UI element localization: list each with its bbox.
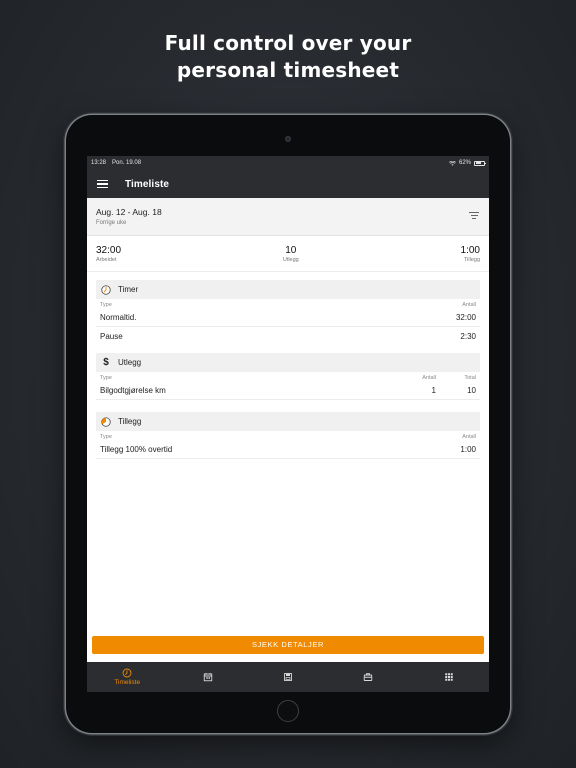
camera-icon [285,136,291,142]
summary-expenses-label: Utlegg [282,256,299,263]
table-row[interactable]: Pause 2:30 [96,327,480,345]
home-button[interactable] [277,700,299,722]
grid-icon [445,673,453,681]
headline-line-2: personal timesheet [176,58,400,82]
period-selector[interactable]: Aug. 12 - Aug. 18 Forrige uke [87,198,489,236]
tillegg-col-count: Antall [462,434,476,440]
dollar-icon: $ [103,356,109,368]
calendar-icon [203,673,212,682]
row-type: Normaltid. [100,313,137,322]
nav-item-label: Timeliste [114,679,141,686]
summary-supplements: 1:00 Tillegg [461,245,480,263]
timer-col-type: Type [100,302,112,308]
row-count: 32:00 [455,313,476,322]
section-timer: Timer Type Antall Normaltid. 32:00 Pause… [96,280,480,345]
save-icon [284,673,292,681]
overtime-clock-icon [101,416,111,427]
summary-worked: 32:00 Arbeidet [96,245,121,263]
timer-column-headers: Type Antall [96,299,480,309]
wifi-icon [449,160,456,166]
section-utlegg-header[interactable]: $ Utlegg [96,353,480,372]
status-date: Pon. 19.08 [112,160,142,166]
row-type: Tillegg 100% overtid [100,445,173,454]
section-utlegg-title: Utlegg [118,358,142,367]
row-type: Pause [100,331,123,341]
section-tillegg-header[interactable]: Tillegg [96,412,480,431]
row-count: 2:30 [460,331,476,341]
summary-worked-label: Arbeidet [96,256,117,263]
tablet-frame: 13:28 Pon. 19.08 62% Timeliste Aug. 12 -… [66,115,510,733]
nav-item-calendar[interactable] [167,662,247,692]
timer-col-count: Antall [462,302,476,308]
row-count: 1:00 [460,445,476,454]
section-timer-title: Timer [118,285,139,294]
marketing-headline: Full control over your personal timeshee… [0,30,576,84]
clock-icon [101,284,111,295]
app-title: Timeliste [125,178,170,190]
row-type: Bilgodtgjørelse km [100,386,166,395]
battery-icon [474,160,487,166]
row-total: 10 [467,386,476,395]
summary-expenses: 10 Utlegg [283,245,299,263]
hamburger-menu-icon[interactable] [97,179,108,189]
period-subtitle: Forrige uke [96,220,127,226]
table-row[interactable]: Normaltid. 32:00 [96,309,480,327]
utlegg-col-total: Total [464,375,476,381]
table-row[interactable]: Tillegg 100% overtid 1:00 [96,441,480,459]
headline-line-1: Full control over your [164,31,412,55]
battery-percent: 62% [458,160,471,166]
check-details-button[interactable]: SJEKK DETALJER [92,636,484,654]
nav-item-apps[interactable] [409,662,489,692]
section-utlegg: $ Utlegg Type Antall Total Bilgodtgjørel… [96,353,480,400]
utlegg-column-headers: Type Antall Total [96,372,480,382]
nav-item-timeliste[interactable]: Timeliste [87,662,167,692]
summary-supplements-label: Tillegg [464,256,480,263]
summary-expenses-value: 10 [285,244,297,256]
app-bar: Timeliste [87,170,489,198]
summary-supplements-value: 1:00 [460,244,480,256]
tillegg-column-headers: Type Antall [96,431,480,441]
status-time: 13:28 [91,160,107,166]
app-screen: 13:28 Pon. 19.08 62% Timeliste Aug. 12 -… [87,156,489,692]
row-count: 1 [431,386,436,395]
utlegg-col-type: Type [100,375,112,381]
briefcase-icon [364,673,373,681]
summary-row: 32:00 Arbeidet 10 Utlegg 1:00 Tillegg [87,236,489,272]
nav-item-briefcase[interactable] [328,662,408,692]
section-timer-header[interactable]: Timer [96,280,480,299]
filter-icon[interactable] [469,212,479,220]
status-bar: 13:28 Pon. 19.08 62% [87,156,489,170]
clock-icon [122,668,132,678]
tillegg-col-type: Type [100,434,112,440]
utlegg-col-count: Antall [422,375,436,381]
bottom-nav: Timeliste [87,662,489,692]
section-tillegg-title: Tillegg [118,417,142,426]
table-row[interactable]: Bilgodtgjørelse km 1 10 [96,382,480,400]
summary-worked-value: 32:00 [96,244,122,256]
period-range: Aug. 12 - Aug. 18 [96,207,162,217]
section-tillegg: Tillegg Type Antall Tillegg 100% overtid… [96,412,480,459]
nav-item-save[interactable] [248,662,328,692]
